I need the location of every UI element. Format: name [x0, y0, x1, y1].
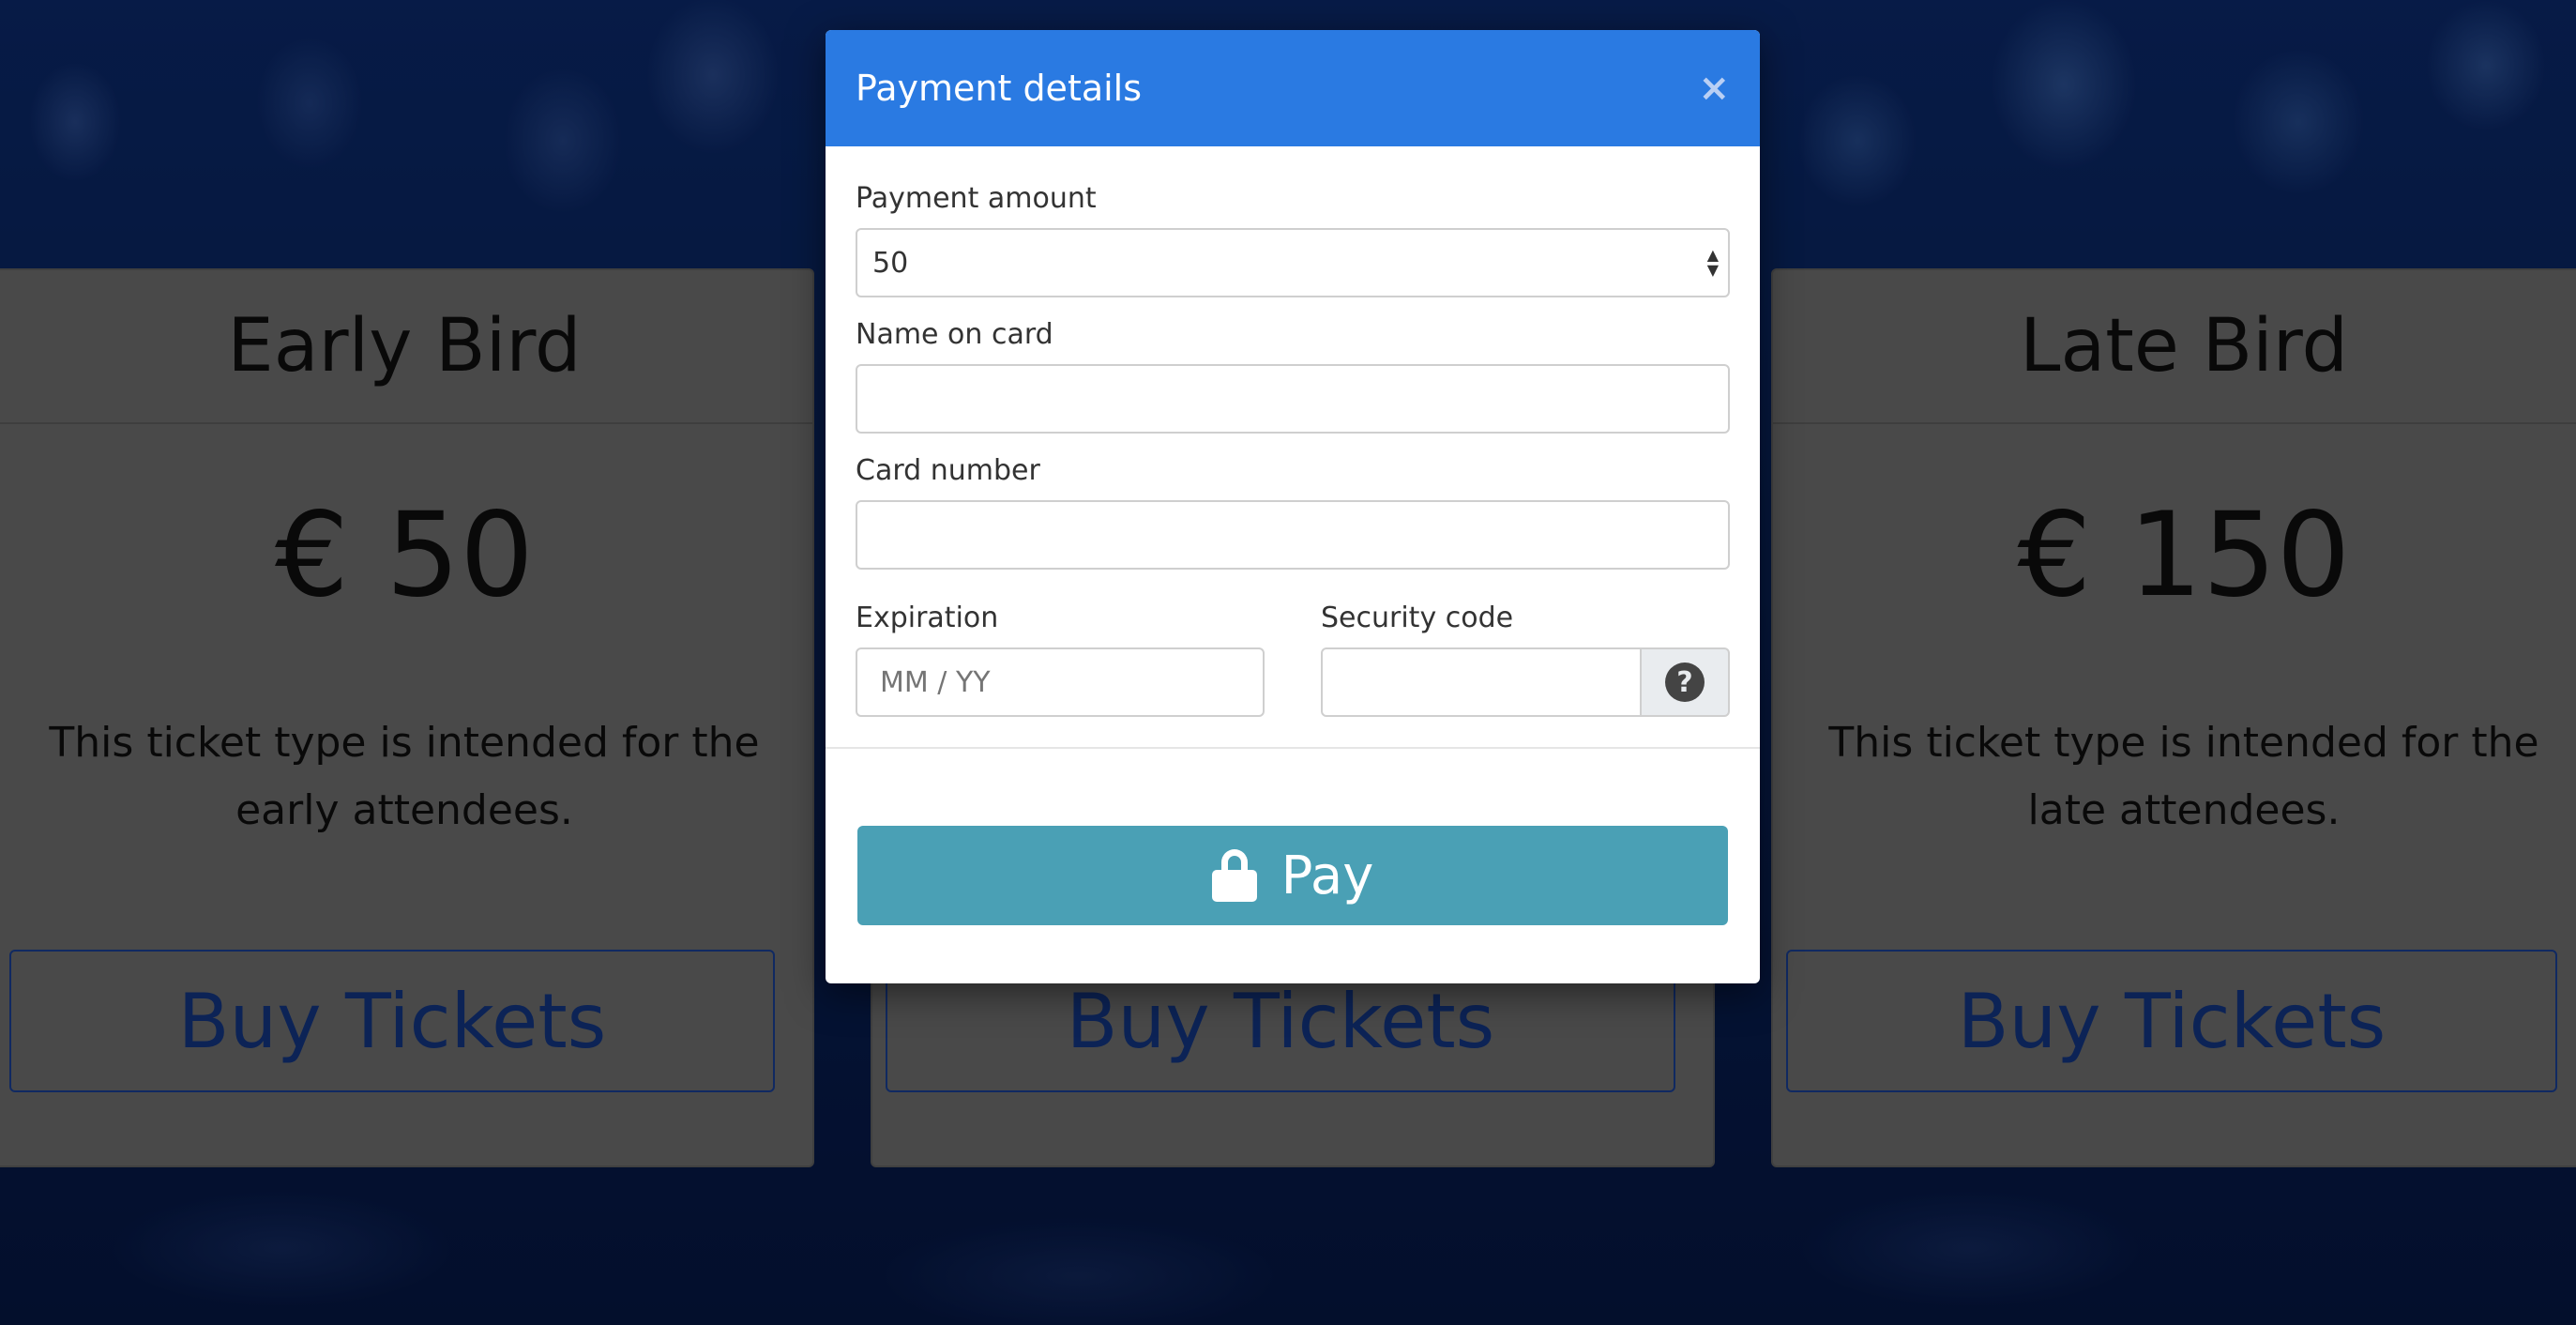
pay-button[interactable]: Pay [857, 826, 1728, 925]
payment-amount-label: Payment amount [856, 182, 1097, 215]
security-code-label: Security code [1321, 602, 1514, 634]
modal-body: Payment amount 50 ▲ ▼ Name on card Card n… [826, 146, 1760, 717]
select-arrows-icon: ▲ ▼ [1706, 246, 1719, 279]
name-on-card-label: Name on card [856, 318, 1053, 351]
modal-header: Payment details × [826, 30, 1760, 146]
security-code-help-button[interactable]: ? [1642, 647, 1730, 717]
modal-divider [826, 747, 1760, 749]
payment-amount-value: 50 [872, 246, 909, 280]
card-number-label: Card number [856, 454, 1040, 487]
modal-title: Payment details [856, 68, 1143, 109]
question-circle-icon: ? [1665, 662, 1705, 702]
name-on-card-input[interactable] [856, 364, 1730, 434]
pay-button-label: Pay [1280, 845, 1374, 906]
security-code-group: ? [1321, 647, 1730, 717]
expiration-input[interactable] [856, 647, 1265, 717]
payment-modal: Payment details × Payment amount 50 ▲ ▼ N… [826, 30, 1760, 983]
security-code-input[interactable] [1321, 647, 1642, 717]
card-number-input[interactable] [856, 500, 1730, 570]
close-icon[interactable]: × [1698, 67, 1730, 110]
payment-amount-select[interactable]: 50 ▲ ▼ [856, 228, 1730, 297]
lock-icon [1211, 849, 1257, 902]
expiration-label: Expiration [856, 602, 999, 634]
